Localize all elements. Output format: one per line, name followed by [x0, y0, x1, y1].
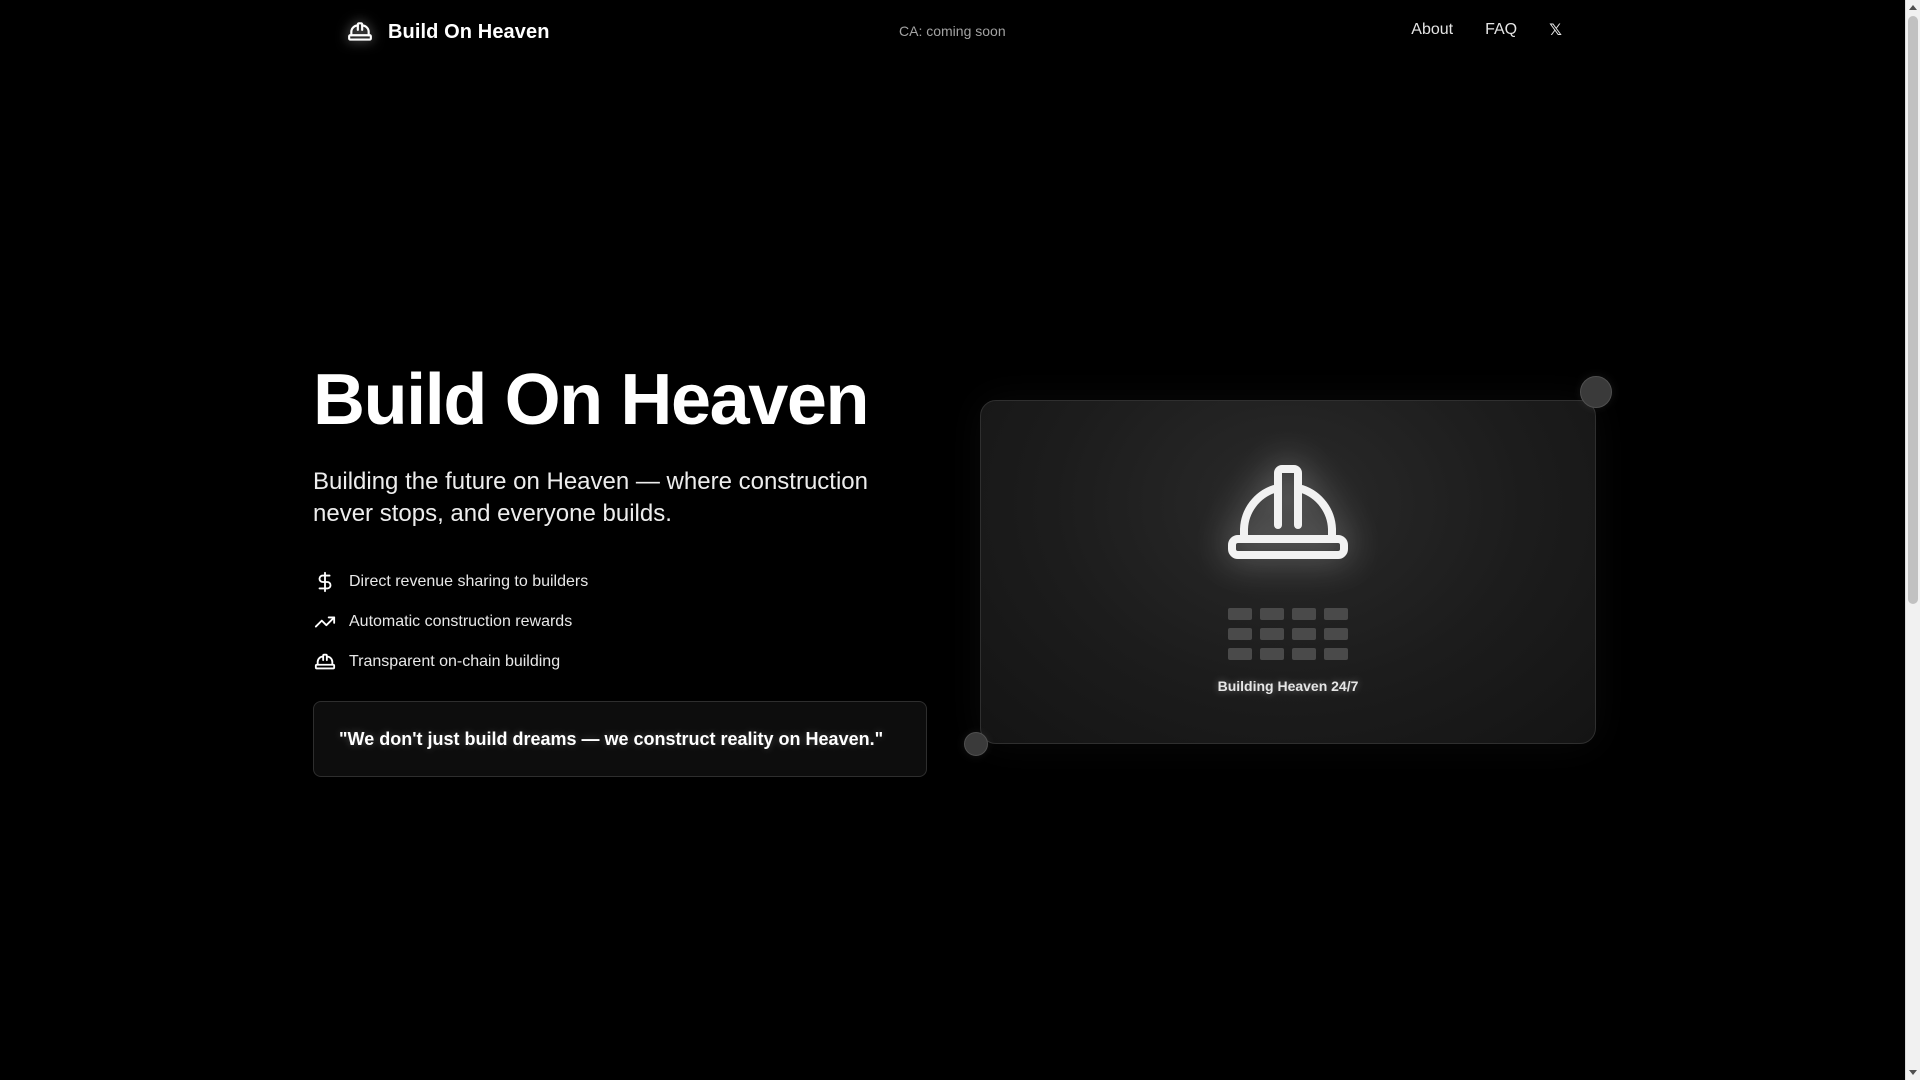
- quote-box: "We don't just build dreams — we constru…: [313, 701, 927, 777]
- grid-block: [1260, 628, 1284, 640]
- grid-block: [1324, 628, 1348, 640]
- grid-block: [1260, 608, 1284, 620]
- dollar-icon: [313, 570, 337, 594]
- hard-hat-icon: [313, 650, 337, 674]
- nav-about-link[interactable]: About: [1411, 21, 1453, 39]
- grid-block: [1228, 628, 1252, 640]
- trending-up-icon: [313, 610, 337, 634]
- grid-block: [1324, 648, 1348, 660]
- feature-text: Automatic construction rewards: [349, 613, 573, 630]
- scrollbar-thumb[interactable]: [1908, 16, 1918, 604]
- hard-hat-icon: [1228, 465, 1348, 559]
- hero-subtitle: Building the future on Heaven — where co…: [313, 468, 868, 527]
- main-nav: About FAQ 𝕏: [1411, 20, 1562, 40]
- building-grid: [1228, 608, 1348, 660]
- feature-text: Direct revenue sharing to builders: [349, 573, 589, 590]
- grid-block: [1292, 608, 1316, 620]
- grid-block: [1292, 648, 1316, 660]
- contract-address-text: CA: coming soon: [899, 23, 1006, 39]
- feature-item: Transparent on-chain building: [313, 642, 588, 682]
- brand-logo-link[interactable]: Build On Heaven: [344, 14, 550, 50]
- card-label: Building Heaven 24/7: [1217, 678, 1359, 694]
- grid-block: [1324, 608, 1348, 620]
- feature-item: Direct revenue sharing to builders: [313, 562, 588, 602]
- grid-block: [1260, 648, 1284, 660]
- feature-text: Transparent on-chain building: [349, 653, 561, 670]
- grid-block: [1292, 628, 1316, 640]
- hero-title: Build On Heaven: [313, 360, 870, 440]
- grid-block: [1228, 648, 1252, 660]
- building-card: Building Heaven 24/7: [980, 400, 1596, 744]
- x-logo-icon[interactable]: 𝕏: [1549, 20, 1562, 40]
- quote-text: "We don't just build dreams — we constru…: [339, 728, 884, 749]
- site-header: Build On Heaven CA: coming soon About FA…: [0, 0, 1905, 64]
- page: Build On Heaven CA: coming soon About FA…: [0, 0, 1905, 1080]
- hard-hat-icon: [344, 16, 376, 48]
- vertical-scrollbar[interactable]: [1905, 0, 1920, 1080]
- decorative-dot: [1580, 376, 1612, 408]
- brand-name: Build On Heaven: [388, 20, 550, 43]
- grid-block: [1228, 608, 1252, 620]
- scroll-down-arrow-icon[interactable]: [1906, 1066, 1920, 1080]
- feature-list: Direct revenue sharing to builders Autom…: [313, 562, 588, 682]
- feature-item: Automatic construction rewards: [313, 602, 588, 642]
- scroll-up-arrow-icon[interactable]: [1906, 0, 1920, 14]
- decorative-dot: [964, 732, 988, 756]
- nav-faq-link[interactable]: FAQ: [1485, 21, 1517, 39]
